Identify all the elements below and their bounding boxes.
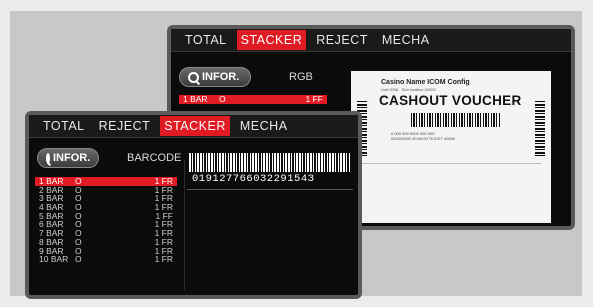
back-infor-button[interactable]: INFOR. <box>179 67 251 87</box>
row-number: 1 BAR <box>183 94 208 104</box>
q-icon <box>46 152 50 164</box>
back-tab-total[interactable]: TOTAL <box>181 30 231 50</box>
back-tab-reject[interactable]: REJECT <box>312 30 372 50</box>
front-tab-stacker[interactable]: STACKER <box>160 116 230 136</box>
back-mode-label: RGB <box>289 71 313 83</box>
voucher-title: CASHOUT VOUCHER <box>379 93 522 108</box>
barcode-image <box>189 153 351 172</box>
column-divider <box>184 160 185 290</box>
front-infor-label: INFOR. <box>53 152 91 164</box>
row-mark: O <box>219 94 226 104</box>
voucher-divider <box>361 163 541 164</box>
row-mark: O <box>75 254 82 265</box>
back-infor-label: INFOR. <box>202 71 240 83</box>
back-tab-mecha[interactable]: MECHA <box>378 30 434 50</box>
voucher-barcode <box>411 113 501 127</box>
row-code: 1 FR <box>154 254 173 265</box>
cashout-voucher-image: Casino Name ICOM Config Unit 0098 · Slot… <box>351 71 551 223</box>
voucher-side-barcode-right <box>535 101 545 156</box>
voucher-fine-line: 00/00/0000 00:00:00 TICKET #0000 <box>391 136 456 141</box>
front-tab-mecha[interactable]: MECHA <box>236 116 292 136</box>
voucher-fine-print: 0 000 000 0000 000 000 00/00/0000 00:00:… <box>391 131 455 141</box>
voucher-subheader: Unit 0098 · Slot location 00000 <box>381 87 436 92</box>
front-screen: TOTAL REJECT STACKER MECHA INFOR. BARCOD… <box>25 111 362 299</box>
product-image: TOTAL STACKER REJECT MECHA INFOR. RGB 1 … <box>0 0 593 307</box>
front-stacker-list: 1 BAR O 1 FR 2 BAR O 1 FR 3 BAR O 1 FR 4 BAR O 1 FR… <box>35 177 177 264</box>
list-item[interactable]: 10 BAR O 1 FR <box>35 255 177 264</box>
front-tab-total[interactable]: TOTAL <box>39 116 89 136</box>
front-mode-label: BARCODE <box>127 152 182 164</box>
back-tab-stacker[interactable]: STACKER <box>236 30 307 50</box>
back-tab-bar: TOTAL STACKER REJECT MECHA <box>171 29 571 52</box>
back-list-item-selected[interactable]: 1 BAR O 1 FF <box>179 95 327 104</box>
voucher-header: Casino Name ICOM Config <box>381 79 470 86</box>
barcode-divider <box>187 189 353 190</box>
barcode-value: 01912776603229154З <box>192 173 315 185</box>
row-number: 10 BAR <box>39 254 69 265</box>
row-code: 1 FF <box>305 94 323 104</box>
front-infor-button[interactable]: INFOR. <box>37 148 99 168</box>
front-tab-bar: TOTAL REJECT STACKER MECHA <box>29 115 358 138</box>
q-icon <box>188 71 199 83</box>
back-stacker-list: 1 BAR O 1 FF <box>179 95 327 104</box>
front-tab-reject[interactable]: REJECT <box>95 116 155 136</box>
